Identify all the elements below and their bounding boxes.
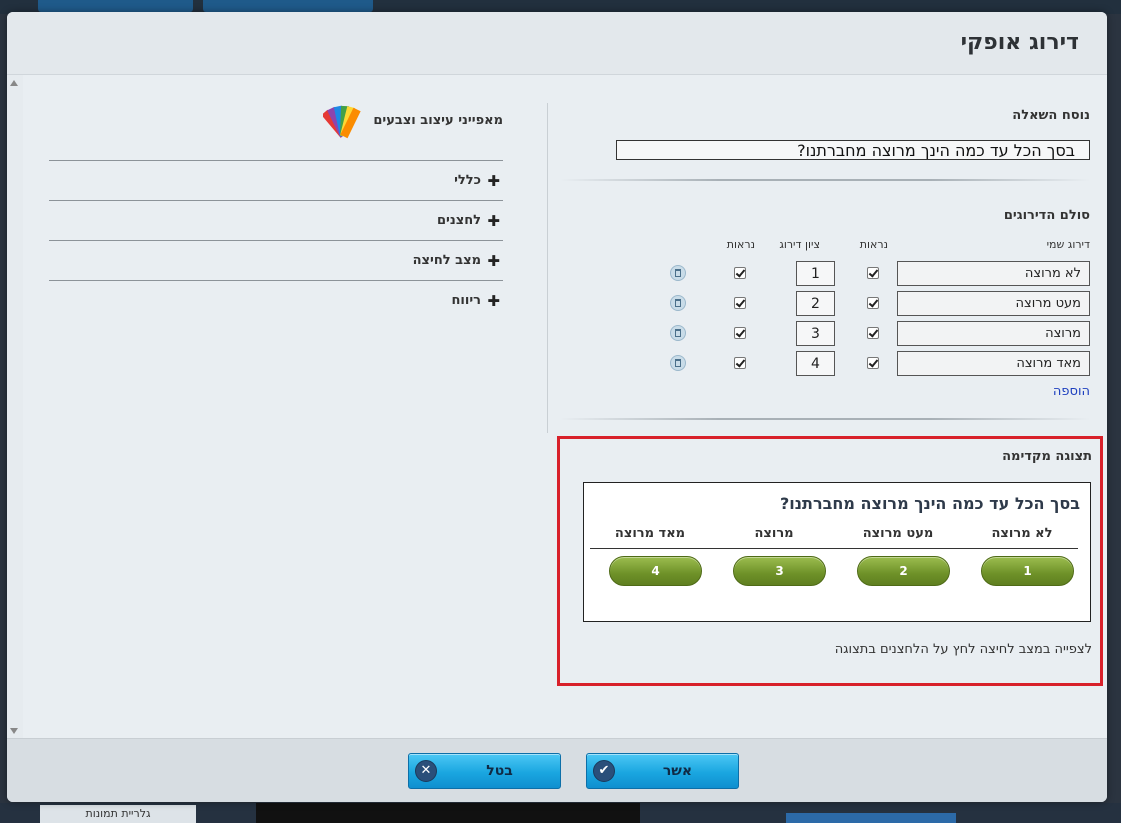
preview-column-label: לא מרוצה: [991, 526, 1053, 541]
scroll-down-arrow-icon[interactable]: [10, 728, 18, 734]
accordion-label: כללי: [454, 173, 481, 188]
design-header: מאפייני עיצוב וצבעים: [49, 102, 503, 142]
scroll-up-arrow-icon[interactable]: [10, 80, 18, 86]
accordion-buttons[interactable]: ✚ לחצנים: [49, 213, 503, 233]
delete-row-icon[interactable]: [670, 265, 686, 281]
rating-score-input[interactable]: [796, 291, 835, 316]
preview-column-label: מרוצה: [754, 526, 794, 541]
accordion-divider: [49, 280, 503, 281]
expand-plus-icon: ✚: [487, 172, 500, 190]
preview-question-text: בסך הכל עד כמה הינך מרוצה מחברתנו?: [780, 494, 1080, 513]
rating-scale-label: סולם הדירוגים: [1003, 208, 1090, 223]
design-title: מאפייני עיצוב וצבעים: [373, 113, 503, 128]
preview-label: תצוגה מקדימה: [1002, 449, 1092, 464]
dialog-footer: ✔ אשר ✕ בטל: [7, 738, 1107, 802]
score-visibility-checkbox[interactable]: [734, 267, 746, 279]
header-rating-name: דירוג שמי: [1046, 238, 1090, 251]
accordion-label: מצב לחיצה: [412, 253, 481, 268]
close-icon: ✕: [415, 760, 437, 782]
preview-content: בסך הכל עד כמה הינך מרוצה מחברתנו? לא מר…: [590, 488, 1084, 605]
rating-score-input[interactable]: [796, 321, 835, 346]
rating-row: [558, 351, 1090, 377]
score-visibility-checkbox[interactable]: [734, 327, 746, 339]
color-palette-icon: [323, 105, 361, 139]
rating-name-input[interactable]: [897, 321, 1090, 346]
name-visibility-checkbox[interactable]: [867, 327, 879, 339]
header-name-visibility: נראות: [859, 238, 888, 251]
dialog-header: דירוג אופקי: [7, 12, 1107, 75]
background-gallery-tab: גלריית תמונות: [40, 805, 196, 823]
section-divider: [560, 418, 1090, 420]
preview-column-label: מעט מרוצה: [862, 526, 934, 541]
cancel-button[interactable]: ✕ בטל: [408, 753, 561, 789]
horizontal-rating-dialog: דירוג אופקי נוסח השאלה סולם הדירוגים דיר…: [7, 12, 1107, 802]
name-visibility-checkbox[interactable]: [867, 357, 879, 369]
vertical-scrollbar[interactable]: [7, 75, 23, 739]
confirm-button-label: אשר: [662, 763, 693, 779]
dialog-title: דירוג אופקי: [960, 30, 1079, 55]
accordion-divider: [49, 240, 503, 241]
preview-divider: [590, 548, 1078, 549]
expand-plus-icon: ✚: [487, 212, 500, 230]
header-rating-score: ציון דירוג: [779, 238, 820, 251]
question-text-label: נוסח השאלה: [1012, 108, 1090, 123]
rating-row: [558, 321, 1090, 347]
background-tab: [38, 0, 193, 12]
expand-plus-icon: ✚: [487, 252, 500, 270]
add-rating-link[interactable]: הוספה: [1053, 384, 1090, 399]
accordion-label: ריווח: [451, 293, 481, 308]
background-app-footer: גלריית תמונות: [0, 803, 1121, 823]
background-bar: [786, 813, 956, 823]
preview-hint: לצפייה במצב לחיצה לחץ על הלחצנים בתצוגה: [834, 642, 1092, 657]
score-visibility-checkbox[interactable]: [734, 297, 746, 309]
delete-row-icon[interactable]: [670, 325, 686, 341]
accordion-spacing[interactable]: ✚ ריווח: [49, 293, 503, 313]
accordion-general[interactable]: ✚ כללי: [49, 173, 503, 193]
preview-frame: בסך הכל עד כמה הינך מרוצה מחברתנו? לא מר…: [583, 482, 1091, 622]
preview-column-label: מאד מרוצה: [614, 526, 686, 541]
confirm-button[interactable]: ✔ אשר: [586, 753, 739, 789]
expand-plus-icon: ✚: [487, 292, 500, 310]
preview-section: תצוגה מקדימה בסך הכל עד כמה הינך מרוצה מ…: [557, 436, 1103, 686]
dialog-body: נוסח השאלה סולם הדירוגים דירוג שמי נראות…: [7, 75, 1107, 739]
section-divider: [560, 179, 1090, 181]
delete-row-icon[interactable]: [670, 355, 686, 371]
preview-rating-button[interactable]: 4: [609, 556, 702, 586]
rating-row: [558, 261, 1090, 287]
check-icon: ✔: [593, 760, 615, 782]
question-text-input[interactable]: [616, 140, 1090, 160]
name-visibility-checkbox[interactable]: [867, 297, 879, 309]
accordion-pressed-state[interactable]: ✚ מצב לחיצה: [49, 253, 503, 273]
score-visibility-checkbox[interactable]: [734, 357, 746, 369]
delete-row-icon[interactable]: [670, 295, 686, 311]
rating-name-input[interactable]: [897, 291, 1090, 316]
background-tab: [203, 0, 373, 12]
accordion-divider: [49, 200, 503, 201]
rating-name-input[interactable]: [897, 351, 1090, 376]
rating-score-input[interactable]: [796, 351, 835, 376]
header-score-visibility: נראות: [726, 238, 755, 251]
background-canvas: [256, 803, 640, 823]
rating-score-input[interactable]: [796, 261, 835, 286]
name-visibility-checkbox[interactable]: [867, 267, 879, 279]
accordion-divider: [49, 160, 503, 161]
preview-rating-button[interactable]: 1: [981, 556, 1074, 586]
panel-separator: [547, 103, 548, 433]
cancel-button-label: בטל: [486, 763, 513, 779]
rating-row: [558, 291, 1090, 317]
preview-rating-button[interactable]: 3: [733, 556, 826, 586]
rating-name-input[interactable]: [897, 261, 1090, 286]
accordion-label: לחצנים: [436, 213, 481, 228]
preview-rating-button[interactable]: 2: [857, 556, 950, 586]
